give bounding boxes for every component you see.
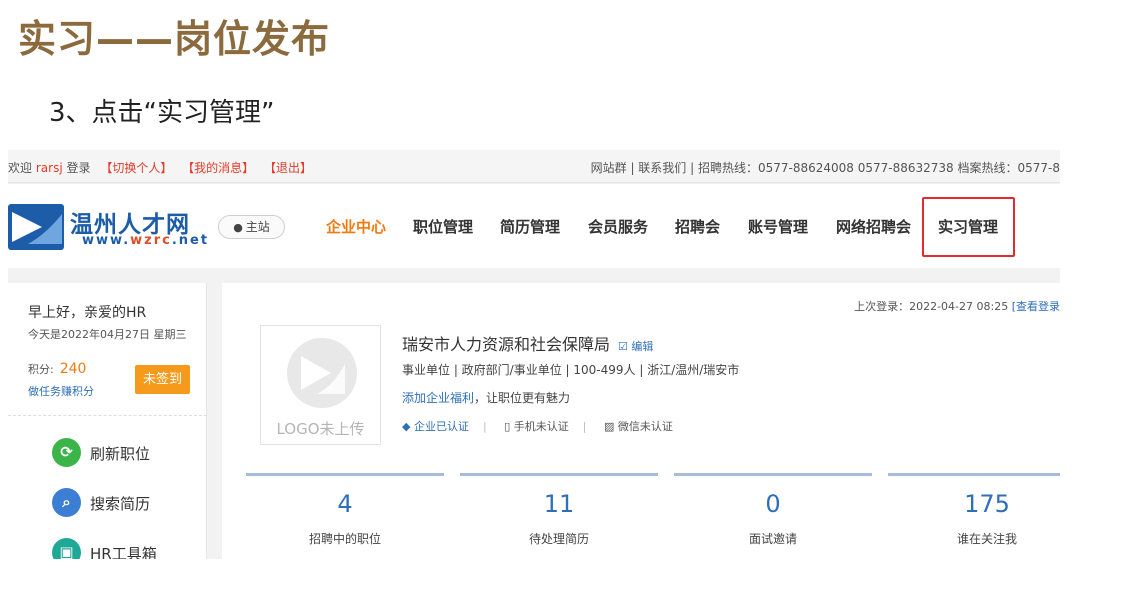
cert-separator: | — [482, 420, 487, 433]
phone-uncertified-label: 手机未认证 — [513, 420, 569, 433]
points-label: 积分: — [28, 363, 54, 376]
nav-job-fair[interactable]: 招聘会 — [675, 216, 720, 237]
slide-title: 实习——岗位发布 — [18, 17, 331, 61]
my-messages-link[interactable]: 【我的消息】 — [182, 161, 254, 175]
internship-highlight-box — [922, 197, 1015, 257]
nav-member-services[interactable]: 会员服务 — [588, 216, 648, 237]
nav-account-management[interactable]: 账号管理 — [748, 216, 808, 237]
stat-pending-resumes[interactable]: 11 待处理简历 — [460, 473, 658, 559]
location-pin-icon: ● — [233, 221, 243, 234]
top-bar-links[interactable]: 网站群 | 联系我们 | 招聘热线：0577-88624008 0577-886… — [591, 159, 1060, 176]
logout-link[interactable]: 【退出】 — [264, 161, 312, 175]
last-login: 上次登录：2022-04-27 08:25 [查看登录 — [854, 298, 1060, 314]
logo-url-prefix: www. — [82, 233, 131, 248]
stat-value: 175 — [964, 490, 1010, 518]
sidebar-divider — [8, 415, 207, 416]
welfare-text: ，让职位更有魅力 — [474, 391, 571, 405]
certifications: ◆ 企业已认证 | ▯ 手机未认证 | ▨ 微信未认证 — [402, 418, 687, 434]
nav-resume-management[interactable]: 简历管理 — [500, 216, 560, 237]
switch-personal-link[interactable]: 【切换个人】 — [100, 161, 172, 175]
refresh-icon: ⟳ — [52, 438, 81, 467]
greeting: 早上好，亲爱的HR — [28, 305, 147, 321]
stat-interview-invitations[interactable]: 0 面试邀请 — [674, 473, 872, 559]
company-logo-placeholder[interactable]: LOGO未上传 — [260, 325, 381, 445]
username[interactable]: rarsj — [36, 161, 63, 175]
last-login-time: 上次登录：2022-04-27 08:25 — [854, 300, 1009, 313]
nav-enterprise-center[interactable]: 企业中心 — [326, 216, 386, 237]
sign-in-button[interactable]: 未签到 — [135, 365, 190, 394]
main-panel: 上次登录：2022-04-27 08:25 [查看登录 LOGO未上传 瑞安市人… — [222, 283, 1060, 559]
nav-online-job-fair[interactable]: 网络招聘会 — [836, 216, 911, 237]
wechat-icon: ▨ — [603, 420, 615, 433]
company-meta: 事业单位 | 政府部门/事业单位 | 100-499人 | 浙江/温州/瑞安市 — [402, 363, 740, 377]
view-login-link[interactable]: [查看登录 — [1012, 300, 1060, 313]
site-logo[interactable]: 温州人才网 www.wzrc.net — [8, 204, 207, 254]
welfare-row: 添加企业福利，让职位更有魅力 — [402, 389, 570, 406]
site-header: 温州人才网 www.wzrc.net ● 主站 企业中心 职位管理 简历管理 会员… — [8, 184, 1060, 268]
wechat-uncertified[interactable]: ▨ 微信未认证 — [604, 420, 673, 433]
logo-url-suffix: .net — [171, 233, 210, 248]
logo-mark-icon — [8, 204, 64, 250]
edit-label: 编辑 — [631, 340, 654, 353]
stat-label: 招聘中的职位 — [308, 532, 381, 546]
sidebar-item-label: 搜索简历 — [90, 495, 151, 513]
stat-value: 0 — [765, 490, 781, 518]
logo-url: www.wzrc.net — [82, 233, 209, 248]
logo-placeholder-icon — [287, 338, 357, 408]
sidebar-item-label: HR工具箱 — [90, 545, 157, 559]
stat-label: 待处理简历 — [528, 532, 589, 546]
toolbox-icon: ▣ — [52, 538, 81, 559]
login-text: 登录 — [66, 161, 91, 175]
points: 积分: 240 — [28, 361, 86, 377]
main-site-button[interactable]: ● 主站 — [218, 215, 285, 239]
phone-icon: ▯ — [504, 420, 511, 433]
company-certified-label: 企业已认证 — [413, 420, 469, 433]
edit-icon: ☑ — [618, 340, 628, 353]
stat-label: 谁在关注我 — [956, 532, 1017, 546]
add-welfare-link[interactable]: 添加企业福利 — [402, 391, 474, 405]
stat-value: 11 — [543, 490, 575, 518]
logo-url-highlight: wzrc — [130, 233, 172, 248]
top-bar: 欢迎 rarsj 登录 【切换个人】 【我的消息】 【退出】 网站群 | 联系我… — [8, 150, 1060, 183]
sidebar-item-label: 刷新职位 — [90, 445, 151, 463]
search-icon: ⌕ — [52, 488, 81, 517]
edit-link[interactable]: ☑ 编辑 — [618, 340, 653, 353]
shield-check-icon: ◆ — [402, 420, 411, 433]
company-certified[interactable]: ◆ 企业已认证 — [402, 420, 469, 433]
website-screenshot: 欢迎 rarsj 登录 【切换个人】 【我的消息】 【退出】 网站群 | 联系我… — [8, 150, 1060, 559]
logo-placeholder-text: LOGO未上传 — [276, 420, 365, 438]
phone-uncertified[interactable]: ▯ 手机未认证 — [504, 420, 569, 433]
stat-label: 面试邀请 — [748, 532, 797, 546]
wechat-uncertified-label: 微信未认证 — [617, 420, 673, 433]
welcome-text: 欢迎 — [8, 161, 33, 175]
current-date: 今天是2022年04月27日 星期三 — [28, 328, 187, 341]
stat-value: 4 — [337, 490, 353, 518]
stat-active-jobs[interactable]: 4 招聘中的职位 — [246, 473, 444, 559]
cert-separator: | — [582, 420, 587, 433]
company-name-row: 瑞安市人力资源和社会保障局 ☑ 编辑 — [402, 331, 653, 355]
main-site-label: 主站 — [245, 220, 270, 234]
earn-points-link[interactable]: 做任务赚积分 — [28, 383, 94, 399]
stat-followers[interactable]: 175 谁在关注我 — [888, 473, 1060, 559]
left-sidebar: 早上好，亲爱的HR 今天是2022年04月27日 星期三 积分: 240 做任务赚… — [8, 283, 207, 559]
step-instruction: 3、点击“实习管理” — [49, 98, 275, 128]
company-name: 瑞安市人力资源和社会保障局 — [402, 335, 611, 354]
nav-job-management[interactable]: 职位管理 — [413, 216, 473, 237]
points-value: 240 — [59, 361, 87, 377]
